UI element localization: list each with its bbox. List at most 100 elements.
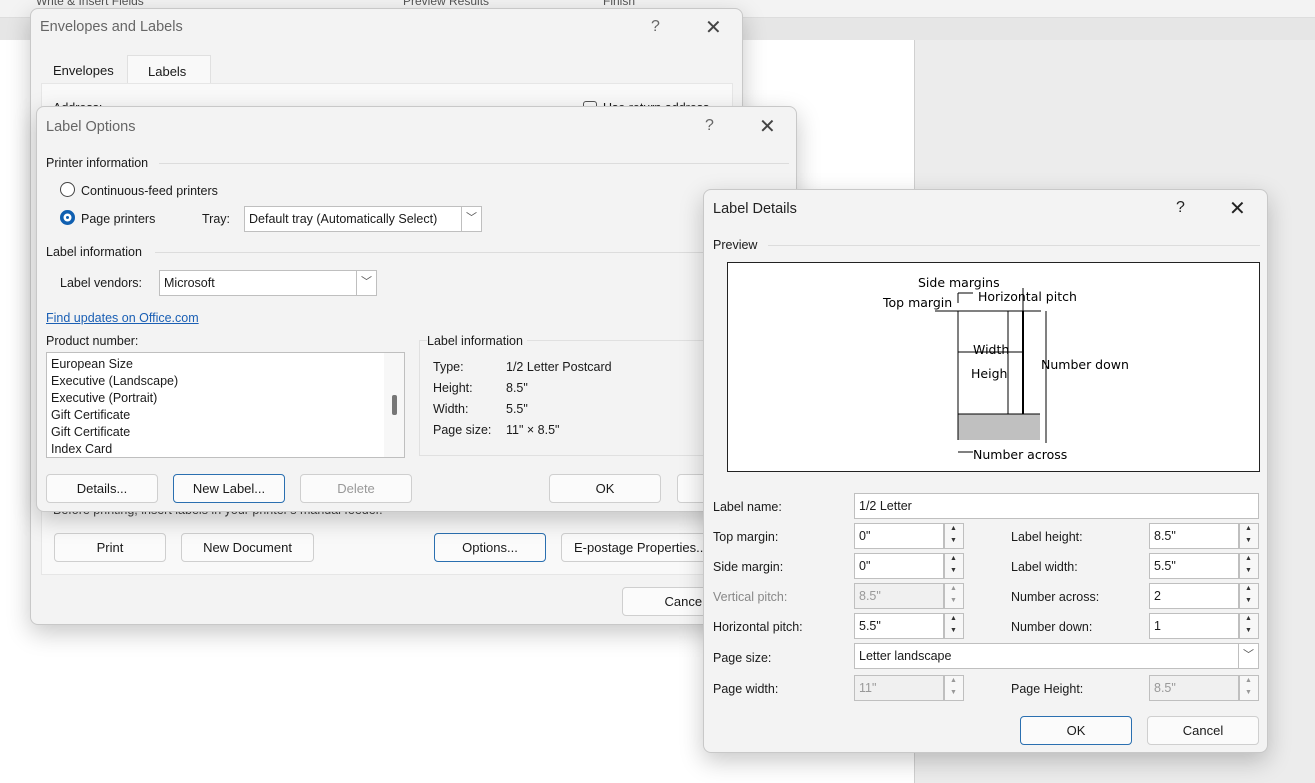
- help-button[interactable]: ?: [651, 18, 660, 36]
- page-height-input[interactable]: 8.5": [1149, 675, 1239, 701]
- continuous-feed-radio[interactable]: [60, 182, 75, 197]
- label-details-dialog: Label Details ? ✕ Preview Side margins H…: [703, 189, 1268, 753]
- printer-information-heading: Printer information: [46, 156, 149, 170]
- tray-select[interactable]: Default tray (Automatically Select) ﹀: [244, 206, 482, 232]
- label-height-input[interactable]: 8.5": [1149, 523, 1239, 549]
- list-item[interactable]: Gift Certificate: [47, 407, 404, 424]
- scrollbar-thumb[interactable]: [392, 395, 397, 415]
- ribbon-group-finish: Finish: [603, 0, 636, 8]
- page-printers-label: Page printers: [81, 212, 156, 226]
- horizontal-pitch-stepper[interactable]: ▲ ▼: [944, 613, 964, 639]
- chevron-down-icon: ﹀: [356, 271, 376, 295]
- chevron-down-icon: ﹀: [1238, 644, 1258, 668]
- number-down-label: Number down:: [1011, 620, 1093, 634]
- find-updates-link[interactable]: Find updates on Office.com: [46, 311, 199, 325]
- label-information-heading: Label information: [46, 245, 142, 259]
- label-name-label: Label name:: [713, 500, 782, 514]
- ribbon-group-write-insert: Write & Insert Fields: [36, 0, 144, 8]
- diagram-number-across: Number across: [973, 447, 1067, 462]
- label-name-input[interactable]: 1/2 Letter: [854, 493, 1259, 519]
- info-page-size-value: 11" × 8.5": [506, 423, 560, 437]
- info-type-key: Type:: [433, 360, 464, 374]
- new-label-button[interactable]: New Label...: [173, 474, 285, 503]
- list-item[interactable]: Executive (Landscape): [47, 373, 404, 390]
- page-height-stepper[interactable]: ▲ ▼: [1239, 675, 1259, 701]
- diagram-number-down: Number down: [1041, 357, 1129, 372]
- page-height-label: Page Height:: [1011, 682, 1084, 696]
- details-button[interactable]: Details...: [46, 474, 158, 503]
- top-margin-stepper[interactable]: ▲ ▼: [944, 523, 964, 549]
- page-size-label: Page size:: [713, 651, 772, 665]
- preview-heading: Preview: [713, 238, 758, 252]
- label-info-title: Label information: [427, 334, 527, 348]
- new-document-button[interactable]: New Document: [181, 533, 314, 562]
- ribbon-group-preview: Preview Results: [403, 0, 490, 8]
- side-margin-input[interactable]: 0": [854, 553, 944, 579]
- label-vendors-label: Label vendors:: [60, 276, 143, 290]
- ok-button[interactable]: OK: [549, 474, 661, 503]
- chevron-down-icon: ﹀: [461, 207, 481, 231]
- tab-envelopes[interactable]: Envelopes: [41, 57, 126, 84]
- diagram-width: Width: [973, 342, 1009, 357]
- cancel-button[interactable]: Cancel: [1147, 716, 1259, 745]
- page-width-label: Page width:: [713, 682, 779, 696]
- help-button[interactable]: ?: [1176, 199, 1185, 217]
- close-button[interactable]: ✕: [1229, 196, 1246, 221]
- label-vendors-select[interactable]: Microsoft ﹀: [159, 270, 377, 296]
- info-page-size-key: Page size:: [433, 423, 492, 437]
- page-size-value: Letter landscape: [859, 649, 952, 663]
- side-margin-stepper[interactable]: ▲ ▼: [944, 553, 964, 579]
- continuous-feed-label: Continuous-feed printers: [81, 184, 218, 198]
- ok-button[interactable]: OK: [1020, 716, 1132, 745]
- info-width-key: Width:: [433, 402, 469, 416]
- list-item[interactable]: Gift Certificate: [47, 424, 404, 441]
- close-button[interactable]: ✕: [759, 114, 776, 139]
- product-number-list[interactable]: European Size Executive (Landscape) Exec…: [46, 352, 405, 458]
- options-button[interactable]: Options...: [434, 533, 546, 562]
- vendors-value: Microsoft: [164, 276, 215, 290]
- info-width-value: 5.5": [506, 402, 528, 416]
- top-margin-input[interactable]: 0": [854, 523, 944, 549]
- list-item[interactable]: Index Card: [47, 441, 404, 457]
- vertical-pitch-input[interactable]: 8.5": [854, 583, 944, 609]
- top-margin-label: Top margin:: [713, 530, 779, 544]
- page-size-select[interactable]: Letter landscape ﹀: [854, 643, 1259, 669]
- product-number-label: Product number:: [46, 334, 139, 348]
- tab-labels[interactable]: Labels: [127, 55, 211, 85]
- help-button[interactable]: ?: [705, 117, 714, 135]
- print-button[interactable]: Print: [54, 533, 166, 562]
- label-preview: Side margins Horizontal pitch Top margin…: [727, 262, 1260, 472]
- label-width-input[interactable]: 5.5": [1149, 553, 1239, 579]
- tray-label: Tray:: [202, 212, 231, 226]
- page-printers-radio[interactable]: [60, 210, 75, 225]
- side-margin-label: Side margin:: [713, 560, 784, 574]
- number-across-input[interactable]: 2: [1149, 583, 1239, 609]
- number-down-stepper[interactable]: ▲ ▼: [1239, 613, 1259, 639]
- tray-value: Default tray (Automatically Select): [249, 212, 438, 226]
- vertical-pitch-stepper[interactable]: ▲ ▼: [944, 583, 964, 609]
- label-width-label: Label width:: [1011, 560, 1078, 574]
- delete-button[interactable]: Delete: [300, 474, 412, 503]
- page-width-stepper[interactable]: ▲ ▼: [944, 675, 964, 701]
- dialog-title: Label Options: [46, 119, 136, 135]
- number-across-label: Number across:: [1011, 590, 1100, 604]
- number-across-stepper[interactable]: ▲ ▼: [1239, 583, 1259, 609]
- diagram-height: Heigh: [971, 366, 1007, 381]
- number-down-input[interactable]: 1: [1149, 613, 1239, 639]
- preview-diagram: Side margins Horizontal pitch Top margin…: [882, 275, 1129, 462]
- diagram-top-margin: Top margin: [882, 295, 952, 310]
- info-type-value: 1/2 Letter Postcard: [506, 360, 612, 374]
- list-item[interactable]: Executive (Portrait): [47, 390, 404, 407]
- horizontal-pitch-input[interactable]: 5.5": [854, 613, 944, 639]
- close-button[interactable]: ✕: [705, 15, 722, 40]
- label-height-stepper[interactable]: ▲ ▼: [1239, 523, 1259, 549]
- label-options-dialog: Label Options ? ✕ Printer information Co…: [36, 106, 797, 512]
- list-item[interactable]: European Size: [47, 356, 404, 373]
- page-width-input[interactable]: 11": [854, 675, 944, 701]
- scrollbar[interactable]: [384, 353, 404, 457]
- label-width-stepper[interactable]: ▲ ▼: [1239, 553, 1259, 579]
- dialog-title: Envelopes and Labels: [40, 19, 183, 35]
- epostage-properties-button[interactable]: E-postage Properties...: [561, 533, 711, 562]
- dialog-title: Label Details: [713, 201, 797, 217]
- diagram-horizontal-pitch: Horizontal pitch: [978, 289, 1077, 304]
